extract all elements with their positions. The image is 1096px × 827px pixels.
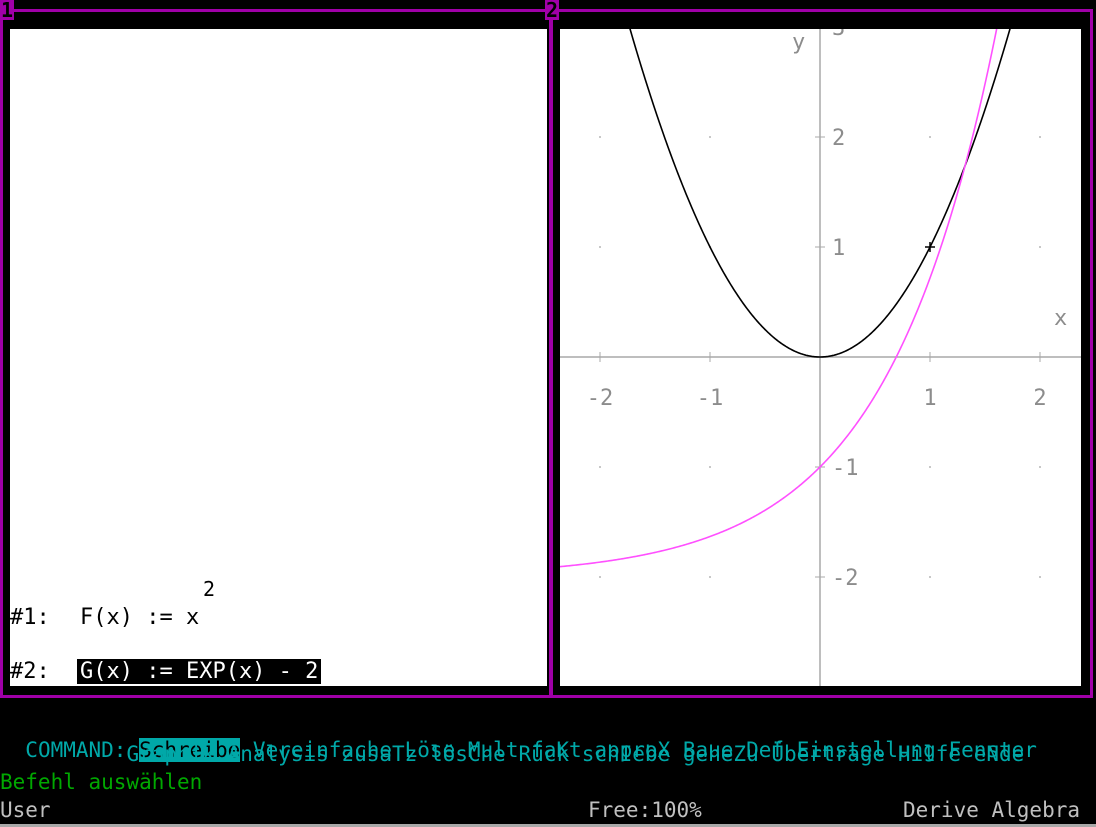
expression-1[interactable]: F(x) := x xyxy=(80,605,199,630)
menu-item-loesche[interactable]: lösChe xyxy=(430,742,506,766)
menu-item-rueck[interactable]: Rück xyxy=(518,742,569,766)
menu-item-graphik[interactable]: Graphik xyxy=(126,742,215,766)
y-tick-label: -1 xyxy=(832,456,859,481)
y-tick-label: 1 xyxy=(832,236,845,261)
grid-dot xyxy=(599,576,601,578)
bottom-status-bar: User Free:100% Derive Algebra xyxy=(0,796,1096,824)
y-tick-label: 3 xyxy=(832,29,845,41)
x-tick-label: 1 xyxy=(923,386,936,411)
grid-dot xyxy=(929,136,931,138)
grid-dot xyxy=(1039,246,1041,248)
bottom-left-text: User xyxy=(0,798,51,822)
grid-dot xyxy=(599,466,601,468)
y-tick-label: 2 xyxy=(832,126,845,151)
grid-dot xyxy=(1039,466,1041,468)
curve-g-exp-minus-2 xyxy=(559,0,1004,568)
grid-dot xyxy=(1039,576,1041,578)
grid-dot xyxy=(929,466,931,468)
mode-text: Derive Algebra xyxy=(903,798,1081,822)
menu-item-schiebe[interactable]: schIebe xyxy=(582,742,671,766)
x-axis-label: x xyxy=(1054,306,1067,331)
y-axis-label: y xyxy=(792,30,805,55)
free-memory-text: Free:100% xyxy=(588,798,702,822)
expression-1-exponent: 2 xyxy=(203,577,216,601)
y-tick-label: -2 xyxy=(832,566,859,591)
window-1-number[interactable]: 1 xyxy=(0,0,15,20)
plot-window[interactable]: -2 -1 1 2 3 2 1 -1 -2 x y xyxy=(559,0,1081,688)
menu-item-gehezu[interactable]: geheZu xyxy=(683,742,759,766)
menu-item-zusatz[interactable]: zusaTz xyxy=(341,742,417,766)
grid-dot xyxy=(599,246,601,248)
x-tick-label: -1 xyxy=(697,386,724,411)
grid-dot xyxy=(1039,136,1041,138)
command-menu-row-2: Graphik Analysis zusaTz lösChe Rück schI… xyxy=(0,742,1024,766)
x-tick-label: 2 xyxy=(1033,386,1046,411)
expression-1-label: #1: xyxy=(10,605,50,630)
grid-dot xyxy=(709,136,711,138)
status-message: Befehl auswählen xyxy=(0,770,203,794)
menu-item-hilfe[interactable]: Hilfe xyxy=(898,742,961,766)
grid-dot xyxy=(709,576,711,578)
menu-item-ende[interactable]: eNde xyxy=(974,742,1025,766)
grid-dot xyxy=(599,136,601,138)
window-2-number[interactable]: 2 xyxy=(545,0,560,20)
x-tick-label: -2 xyxy=(587,386,614,411)
expression-2-label: #2: xyxy=(10,659,50,684)
menu-item-analysis[interactable]: Analysis xyxy=(228,742,329,766)
plot-canvas: -2 -1 1 2 3 2 1 -1 -2 x y xyxy=(559,0,1081,688)
expression-2-selected[interactable]: G(x) := EXP(x) - 2 xyxy=(77,659,322,684)
algebra-window[interactable]: 2 #1: F(x) := x #2: G(x) := EXP(x) - 2 xyxy=(10,29,547,686)
grid-dot xyxy=(709,466,711,468)
menu-item-uebertrage[interactable]: Übertrage xyxy=(771,742,885,766)
grid-dot xyxy=(929,576,931,578)
